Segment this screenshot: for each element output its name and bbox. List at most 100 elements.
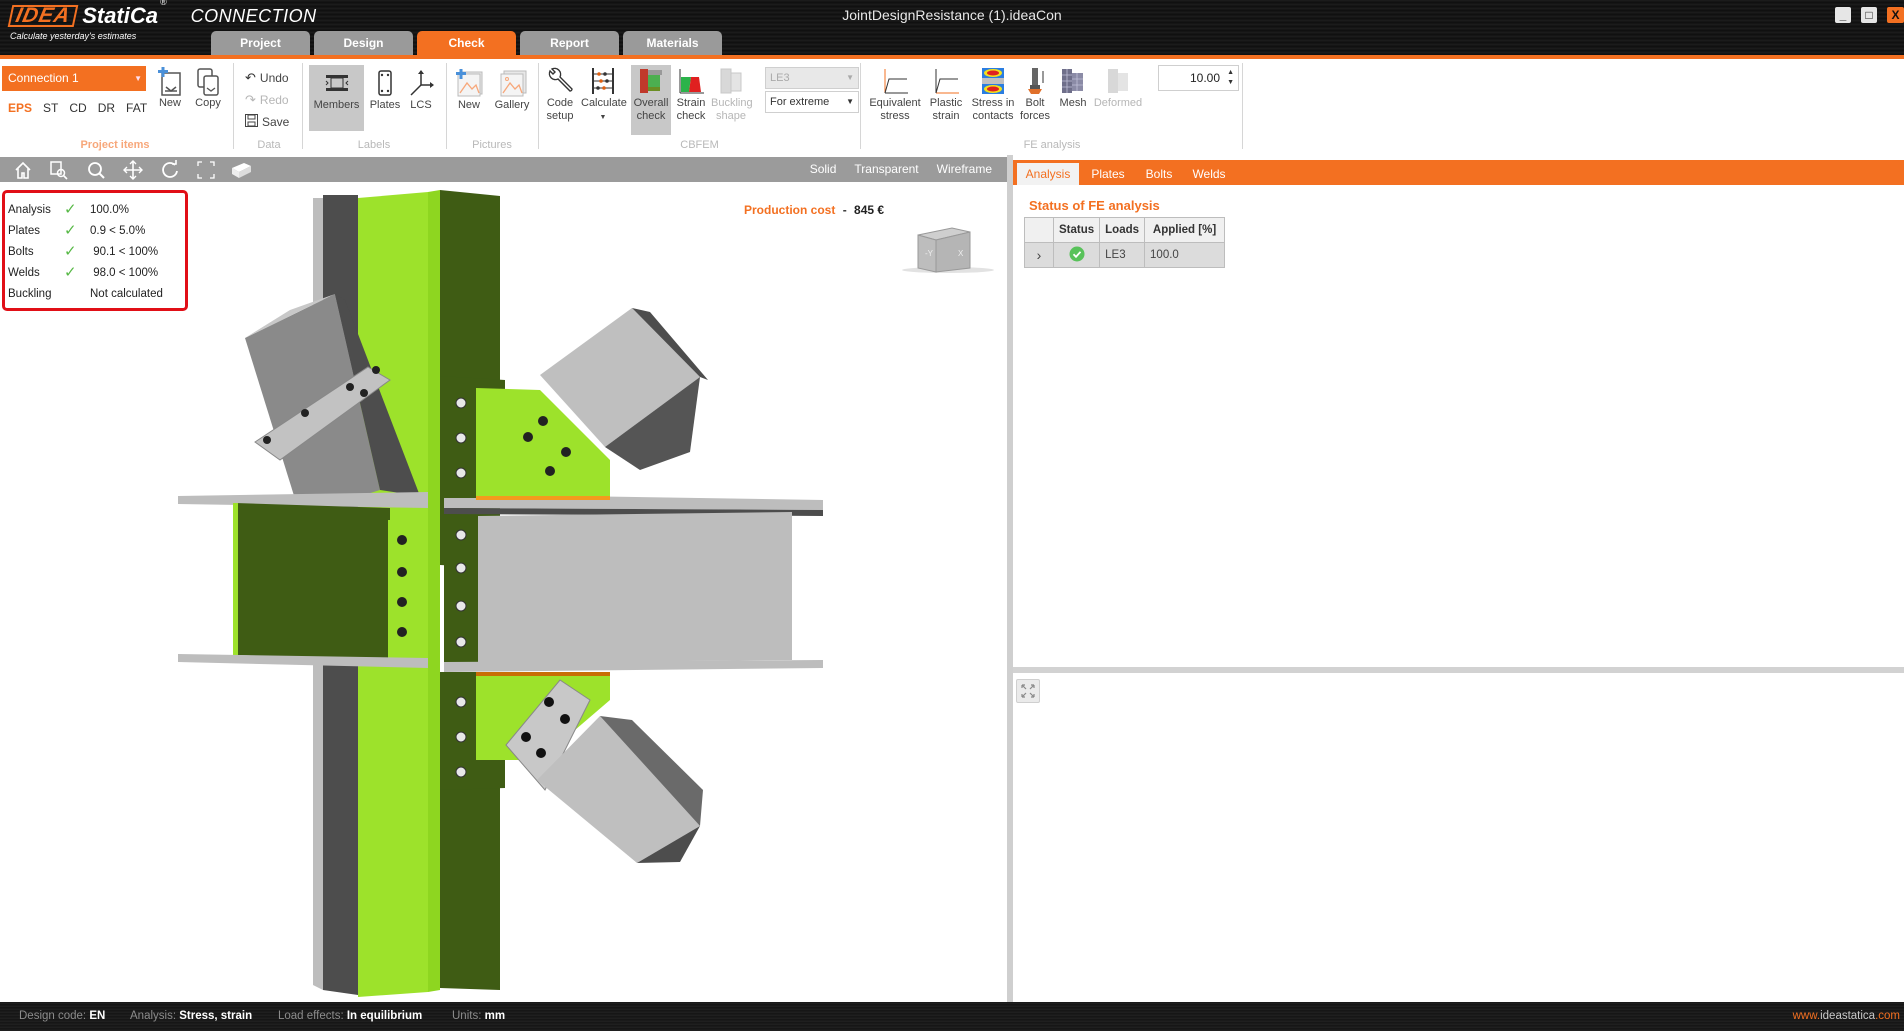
copy-icon [194, 67, 222, 96]
tab-materials[interactable]: Materials [623, 31, 722, 56]
bolt [521, 732, 531, 742]
check-name: Bolts [8, 246, 34, 258]
url-suffix: .com [1875, 1010, 1900, 1022]
gallery-button[interactable]: Gallery [491, 69, 533, 112]
expand-icon [1021, 684, 1035, 698]
subtab-cd[interactable]: CD [69, 101, 86, 115]
code-setup-button[interactable]: Code setup [541, 67, 579, 123]
zoom-window-icon[interactable] [49, 160, 69, 180]
new-picture-button[interactable]: New [451, 69, 487, 112]
website-link[interactable]: www.ideastatica.com [1793, 1002, 1900, 1031]
overall-check-label-2: check [636, 110, 666, 122]
load-case-select[interactable]: LE3 ▼ [765, 67, 859, 89]
view-mode-transparent[interactable]: Transparent [854, 157, 918, 182]
load-case-value: LE3 [770, 72, 790, 84]
checkmark-icon: ✓ [64, 264, 77, 281]
tab-plates[interactable]: Plates [1083, 163, 1133, 185]
group-fe-analysis: Equivalent stress Plastic strain Stress … [861, 59, 1243, 153]
chevron-down-icon: ▼ [846, 97, 854, 106]
copy-connection-button[interactable]: Copy [190, 67, 226, 110]
fit-icon[interactable] [196, 160, 216, 180]
overall-check-button[interactable]: Overall check [631, 65, 671, 135]
bolt [536, 748, 546, 758]
url-prefix: www. [1792, 1010, 1821, 1022]
subtab-eps[interactable]: EPS [8, 101, 32, 115]
checkmark-icon: ✓ [64, 201, 77, 218]
view-mode-wireframe[interactable]: Wireframe [937, 157, 992, 182]
applied-cell: 100.0 [1144, 242, 1226, 268]
tab-analysis[interactable]: Analysis [1017, 163, 1079, 185]
tab-project[interactable]: Project [211, 31, 310, 56]
check-value: 90.1 < 100% [90, 246, 159, 258]
labels-members-button[interactable]: Members [309, 65, 364, 131]
plastic-strain-label-1: Plastic [929, 97, 963, 109]
bolt-forces-icon [1021, 67, 1049, 95]
bolt-forces-button[interactable]: Bolt forces [1017, 67, 1053, 123]
tab-bolts[interactable]: Bolts [1137, 163, 1181, 185]
new-connection-button[interactable]: New [152, 67, 188, 110]
bolt [397, 535, 407, 545]
undo-label: Undo [259, 71, 289, 85]
view-mode-solid[interactable]: Solid [810, 157, 837, 182]
tab-report[interactable]: Report [520, 31, 619, 56]
calculate-button[interactable]: Calculate ▼ [581, 67, 627, 124]
extreme-mode-select[interactable]: For extreme ▼ [765, 91, 859, 113]
strain-check-button[interactable]: Strain check [673, 67, 709, 123]
save-button[interactable]: Save [245, 114, 289, 130]
rotate-icon[interactable] [160, 160, 180, 180]
bolt [301, 409, 309, 417]
window-title: JointDesignResistance (1).ideaCon [842, 7, 1062, 23]
expand-row-icon[interactable]: › [1024, 242, 1054, 268]
expand-panel-button[interactable] [1016, 679, 1040, 703]
maximize-button[interactable]: □ [1861, 7, 1877, 23]
new-label: New [158, 97, 181, 109]
ribbon: Connection 1 ▼ EPS ST CD DR FAT New Copy… [0, 59, 1904, 155]
code-setup-label-1: Code [546, 97, 574, 109]
deformation-scale-input[interactable]: 10.00 ▲ ▼ [1158, 65, 1239, 91]
labels-plates-button[interactable]: Plates [367, 69, 403, 112]
buckling-shape-button[interactable]: Buckling shape [711, 67, 753, 123]
col-loads: Loads [1099, 217, 1146, 243]
connection-select-value: Connection 1 [8, 71, 79, 85]
spinner-arrows-icon[interactable]: ▲ ▼ [1227, 68, 1234, 88]
check-value: 98.0 < 100% [90, 267, 159, 279]
mesh-button[interactable]: Mesh [1055, 67, 1091, 110]
labels-lcs-button[interactable]: LCS [403, 69, 439, 112]
table-row[interactable]: › LE3 100.0 [1024, 242, 1226, 268]
zoom-icon[interactable] [86, 160, 106, 180]
deformation-scale-value: 10.00 [1189, 71, 1220, 85]
col-status: Status [1052, 217, 1101, 243]
load-effects-label: Load effects: [278, 1010, 344, 1022]
pan-icon[interactable] [123, 160, 143, 180]
subtab-fat[interactable]: FAT [126, 101, 147, 115]
redo-label: Redo [259, 93, 289, 107]
bolt [544, 697, 554, 707]
tab-check[interactable]: Check [417, 31, 516, 56]
plastic-strain-button[interactable]: Plastic strain [925, 67, 967, 123]
tab-design[interactable]: Design [314, 31, 413, 56]
navigation-cube[interactable]: -Y X [900, 210, 1000, 280]
connection-select[interactable]: Connection 1 ▼ [2, 66, 146, 91]
equivalent-stress-button[interactable]: Equivalent stress [867, 67, 923, 123]
check-value: Not calculated [90, 288, 163, 300]
home-icon[interactable] [13, 160, 33, 180]
close-button[interactable]: X [1887, 7, 1904, 23]
deformed-button[interactable]: Deformed [1093, 67, 1143, 110]
stress-in-contacts-button[interactable]: Stress in contacts [969, 67, 1017, 123]
view-cube-icon[interactable] [230, 160, 251, 180]
chevron-down-icon: ▼ [599, 114, 607, 121]
deformed-icon [1104, 67, 1132, 95]
group-pictures: New Gallery Pictures [447, 59, 537, 153]
production-cost: Production cost - 845 € [744, 203, 884, 217]
redo-button[interactable]: ↷ Redo [245, 92, 289, 108]
subtab-dr[interactable]: DR [98, 101, 115, 115]
results-tabs: Analysis Plates Bolts Welds [1013, 160, 1904, 185]
group-label-project-items: Project items [80, 139, 150, 151]
minimize-button[interactable]: _ [1835, 7, 1851, 23]
undo-button[interactable]: ↶ Undo [245, 70, 289, 86]
production-cost-separator: - [842, 203, 847, 217]
tab-welds[interactable]: Welds [1185, 163, 1233, 185]
bolt [455, 467, 467, 479]
status-bar: Design code: EN Analysis: Stress, strain… [0, 1002, 1904, 1031]
subtab-st[interactable]: ST [43, 101, 58, 115]
